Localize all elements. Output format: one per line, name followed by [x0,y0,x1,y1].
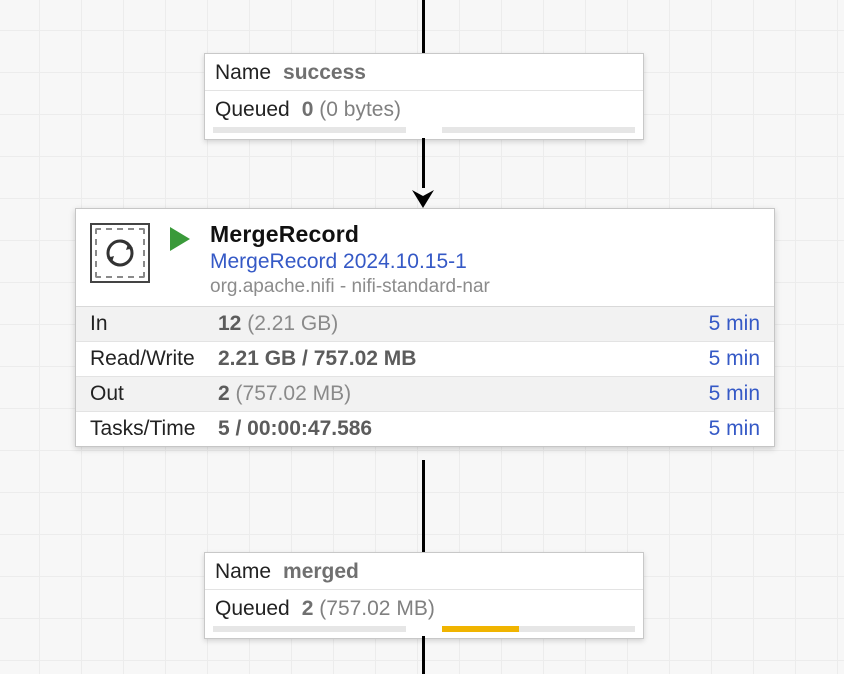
processor-type: MergeRecord 2024.10.15-1 [210,250,490,274]
connector-line [422,636,425,674]
flow-canvas[interactable]: Name success Queued 0 (0 bytes) [0,0,844,674]
stat-out-label: Out [90,382,218,406]
connection-queued-size: (757.02 MB) [319,597,435,620]
connection-queued-count: 2 [302,597,314,620]
connection-name-value: merged [283,557,359,587]
connection-queued-label: Queued [215,95,290,125]
connection-queued-size: (0 bytes) [319,98,401,121]
connector-line [422,138,425,188]
connector-line [422,460,425,554]
processor-bundle: org.apache.nifi - nifi-standard-nar [210,276,490,298]
processor-stats-table: In 12 (2.21 GB) 5 min Read/Write 2.21 GB… [76,306,774,446]
connection-card-success[interactable]: Name success Queued 0 (0 bytes) [204,53,644,140]
stat-out-window: 5 min [670,382,760,406]
stat-in-size: (2.21 GB) [247,312,338,335]
processor-card-mergerecord[interactable]: MergeRecord MergeRecord 2024.10.15-1 org… [75,208,775,447]
processor-header: MergeRecord MergeRecord 2024.10.15-1 org… [76,209,774,306]
stat-out-count: 2 [218,382,230,405]
stat-out-size: (757.02 MB) [236,382,352,405]
backpressure-size-bar [442,127,635,133]
stat-tasks-value: 5 / 00:00:47.586 [218,417,372,440]
connection-queued-row: Queued 2 (757.02 MB) [205,589,643,626]
stat-in-window: 5 min [670,312,760,336]
connector-line [422,0,425,55]
stat-row-in: In 12 (2.21 GB) 5 min [76,307,774,342]
connection-queued-label: Queued [215,594,290,624]
backpressure-size-bar [442,626,635,632]
arrow-down-icon [410,182,436,208]
stat-tasks-window: 5 min [670,417,760,441]
stat-rw-window: 5 min [670,347,760,371]
connection-name-label: Name [215,557,271,587]
backpressure-count-bar [213,626,406,632]
stat-tasks-label: Tasks/Time [90,417,218,441]
stat-rw-value: 2.21 GB / 757.02 MB [218,347,416,370]
run-status-running-icon [168,225,192,258]
backpressure-count-bar [213,127,406,133]
stat-rw-label: Read/Write [90,347,218,371]
stat-row-tasks: Tasks/Time 5 / 00:00:47.586 5 min [76,412,774,446]
connection-card-merged[interactable]: Name merged Queued 2 (757.02 MB) [204,552,644,639]
stat-in-count: 12 [218,312,241,335]
stat-in-label: In [90,312,218,336]
connection-queued-row: Queued 0 (0 bytes) [205,90,643,127]
stat-row-readwrite: Read/Write 2.21 GB / 757.02 MB 5 min [76,342,774,377]
processor-name: MergeRecord [210,221,490,248]
processor-type-icon [90,223,150,283]
connection-name-row: Name merged [205,553,643,589]
connection-name-label: Name [215,58,271,88]
connection-name-value: success [283,58,366,88]
stat-row-out: Out 2 (757.02 MB) 5 min [76,377,774,412]
connection-queued-count: 0 [302,98,314,121]
connection-name-row: Name success [205,54,643,90]
